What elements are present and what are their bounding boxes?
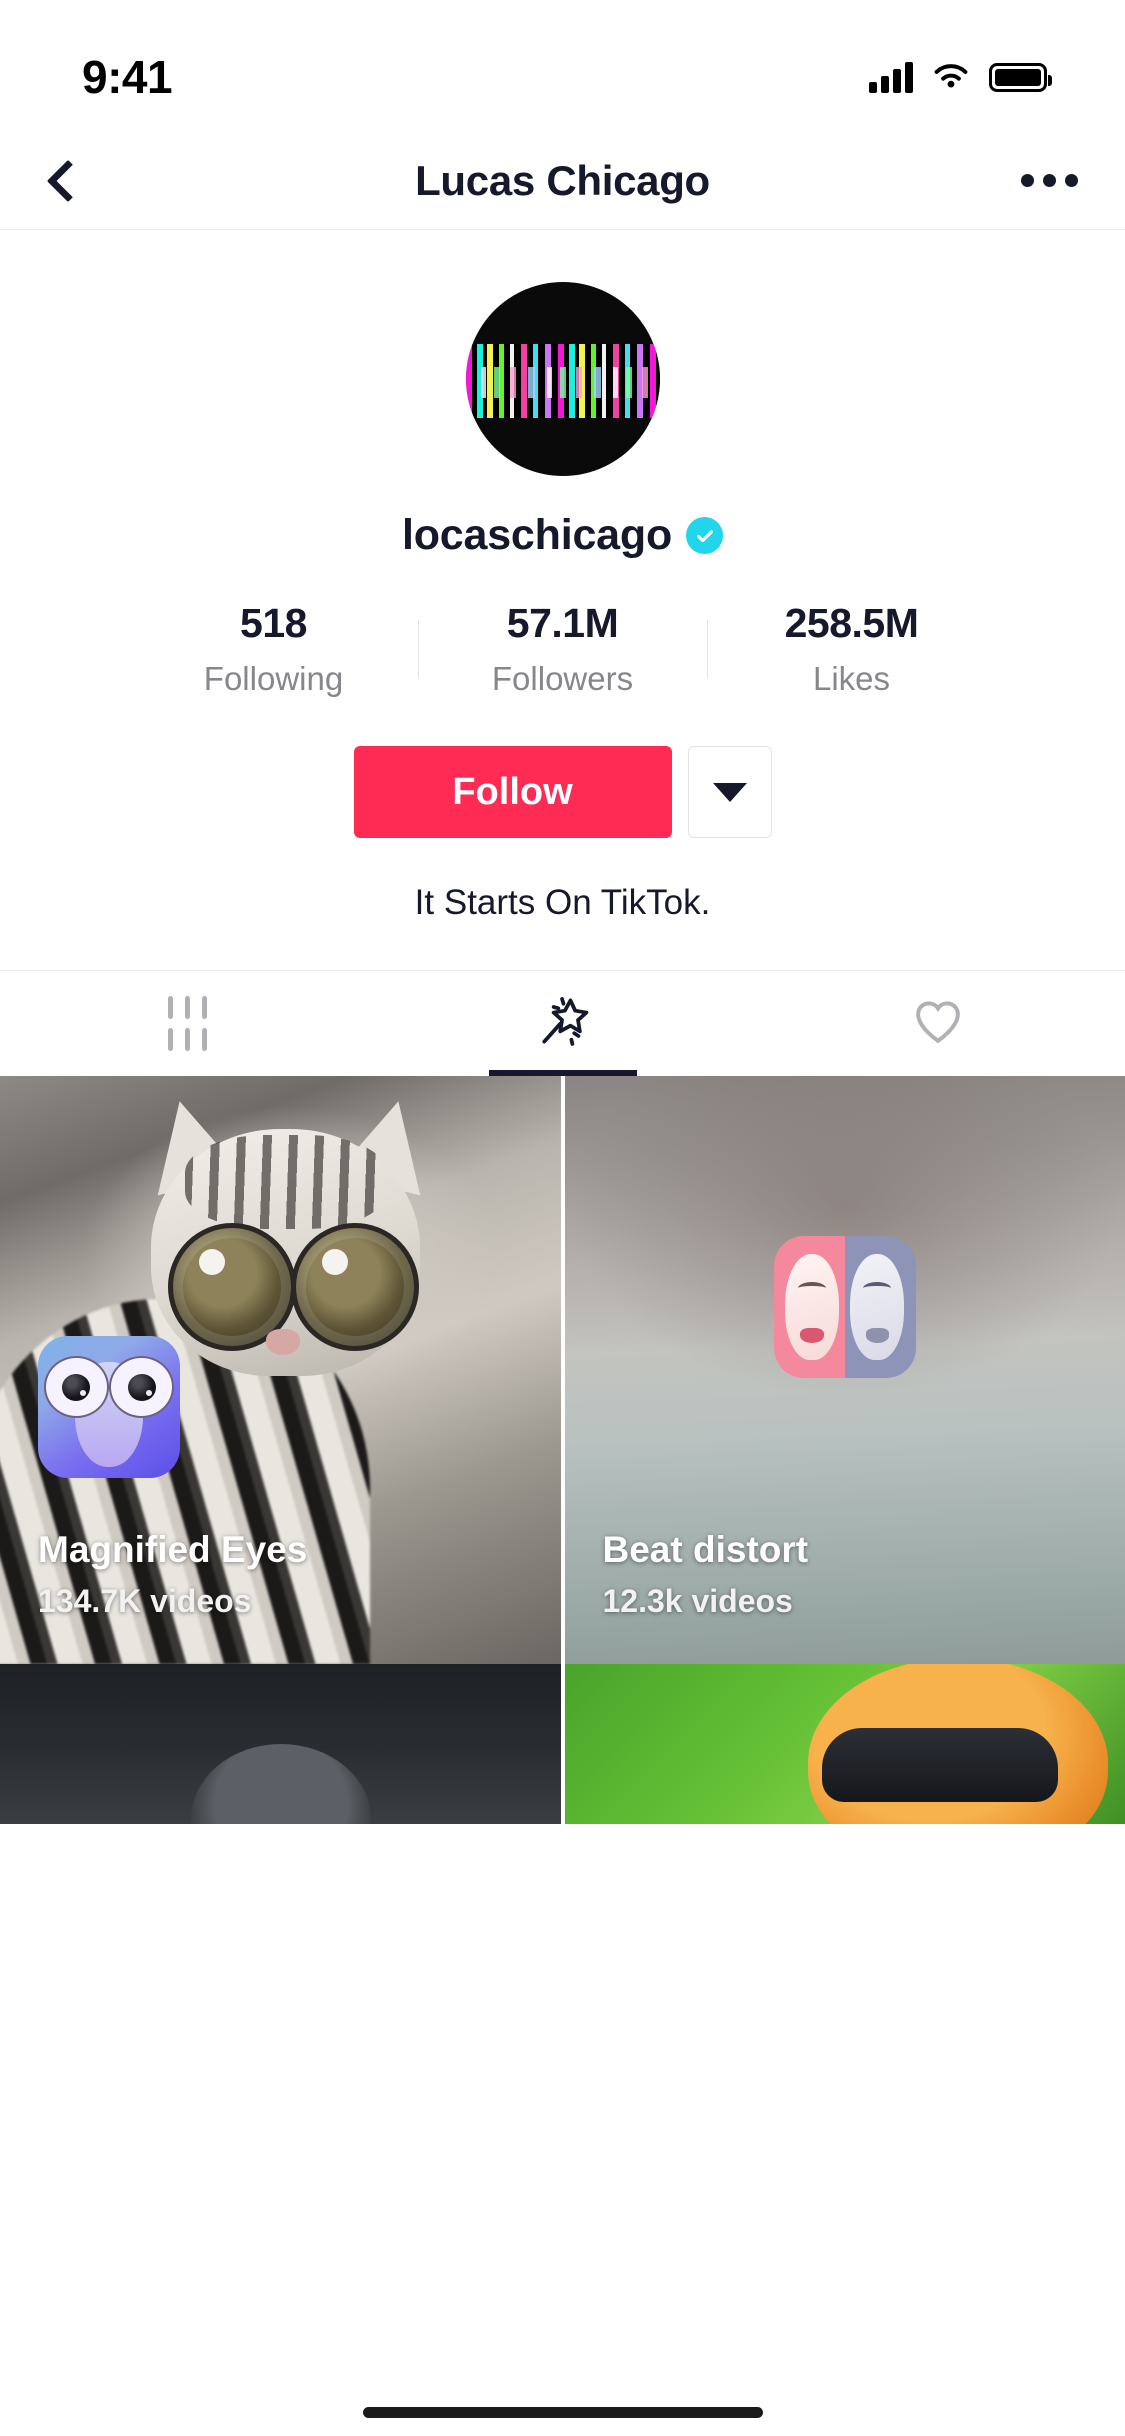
back-chevron-icon <box>46 159 90 202</box>
stat-label: Following <box>203 660 344 697</box>
grid-icon <box>168 996 207 1051</box>
username-row: locaschicago <box>401 511 724 560</box>
profile-tabs <box>0 970 1125 1076</box>
effect-card-partial-right[interactable] <box>564 1664 1125 1824</box>
magnified-eyes-effect-icon <box>38 1336 180 1478</box>
heart-icon <box>910 993 966 1054</box>
more-options-icon <box>1042 174 1056 187</box>
more-options-icon <box>1064 174 1078 187</box>
profile-section: locaschicago 518 Following 57.1M Followe… <box>0 230 1125 1076</box>
mask-face-left <box>785 1254 840 1360</box>
magnified-eye-right <box>291 1223 420 1351</box>
eye-right <box>109 1355 175 1419</box>
profile-bio: It Starts On TikTok. <box>414 883 711 922</box>
effects-grid-next-row <box>0 1664 1125 1824</box>
stat-following[interactable]: 518 Following <box>130 600 418 698</box>
stat-label: Likes <box>812 660 891 697</box>
back-button[interactable] <box>22 139 106 223</box>
effect-card-partial-left[interactable] <box>0 1664 561 1824</box>
effect-video-count: 12.3k videos <box>602 1583 793 1619</box>
cat-stripes <box>184 1134 387 1229</box>
status-time: 9:41 <box>82 51 173 103</box>
effect-title: Magnified Eyes <box>38 1529 308 1570</box>
signal-bars-icon <box>869 61 913 93</box>
effect-card-magnified-eyes[interactable]: Magnified Eyes 134.7K videos <box>0 1076 561 1664</box>
stat-value: 57.1M <box>506 600 619 646</box>
magic-wand-icon <box>533 991 593 1056</box>
tab-effects[interactable] <box>375 971 750 1076</box>
battery-icon <box>989 62 1052 92</box>
stat-label: Followers <box>491 660 634 697</box>
beat-distort-effect-icon <box>773 1236 916 1378</box>
stats-row: 518 Following 57.1M Followers 258.5M Lik… <box>0 600 1125 698</box>
effect-title: Beat distort <box>602 1529 809 1570</box>
tab-videos[interactable] <box>0 971 375 1076</box>
effects-grid: Magnified Eyes 134.7K videos Beat distor… <box>0 1076 1125 1664</box>
effect-card-meta: Magnified Eyes 134.7K videos <box>38 1529 537 1620</box>
profile-actions: Follow <box>353 746 772 838</box>
eye-left <box>43 1355 109 1419</box>
status-icons <box>869 61 1052 93</box>
avatar[interactable] <box>465 282 660 476</box>
status-bar: 9:41 <box>0 0 1125 132</box>
cat-nose <box>266 1328 301 1355</box>
wifi-icon <box>934 64 968 88</box>
profile-dropdown-button[interactable] <box>687 746 772 838</box>
stat-likes[interactable]: 258.5M Likes <box>708 600 996 698</box>
navigation-header: Lucas Chicago <box>0 132 1125 230</box>
effect-card-meta: Beat distort 12.3k videos <box>603 1529 1102 1620</box>
sunglasses-shape <box>821 1728 1058 1802</box>
stat-value: 258.5M <box>784 600 919 646</box>
stat-followers[interactable]: 57.1M Followers <box>419 600 707 698</box>
effect-card-beat-distort[interactable]: Beat distort 12.3k videos <box>564 1076 1125 1664</box>
follow-button[interactable]: Follow <box>353 746 672 838</box>
avatar-glitch-layer-2 <box>481 367 648 399</box>
more-options-button[interactable] <box>1007 139 1091 223</box>
stat-value: 518 <box>240 600 307 646</box>
chevron-down-icon <box>712 782 747 802</box>
more-options-icon <box>1020 174 1034 187</box>
page-title: Lucas Chicago <box>415 156 710 204</box>
tab-liked[interactable] <box>750 971 1125 1076</box>
effect-video-count: 134.7K videos <box>38 1583 252 1619</box>
verified-badge-icon <box>686 517 724 554</box>
mask-face-right <box>850 1254 905 1360</box>
username: locaschicago <box>401 511 673 559</box>
home-indicator <box>362 2407 763 2418</box>
